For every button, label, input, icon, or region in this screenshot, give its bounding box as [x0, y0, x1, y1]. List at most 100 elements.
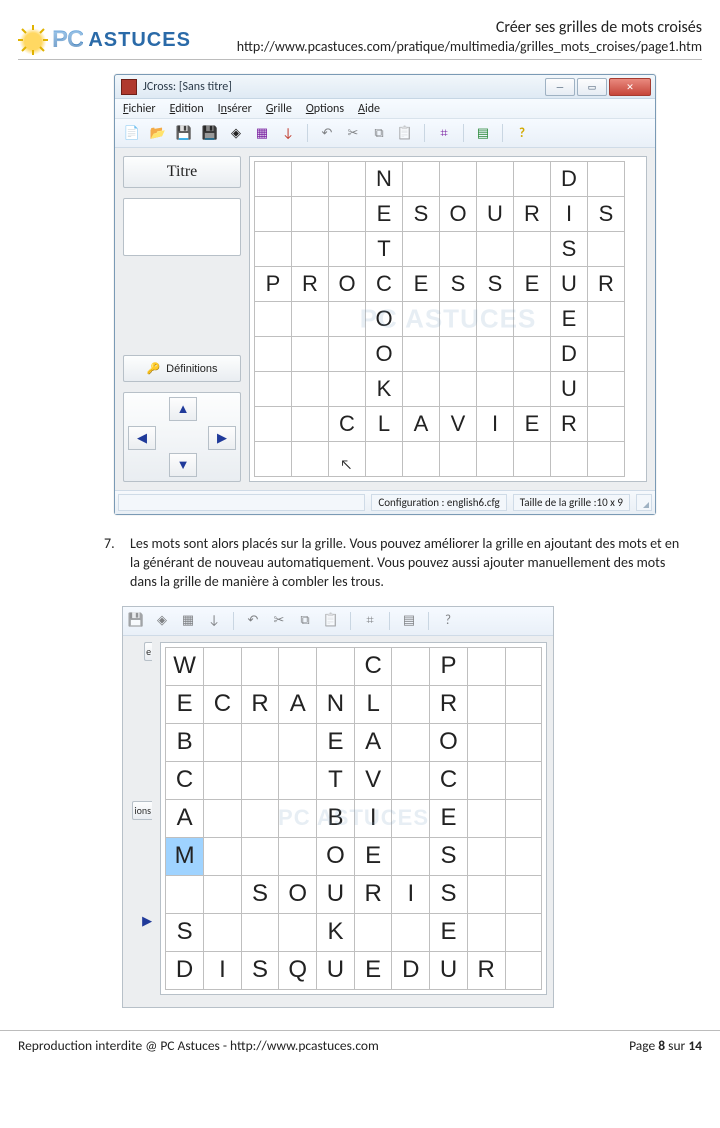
export-icon[interactable]: ◈ [151, 610, 173, 632]
grid-cell[interactable]: I [392, 875, 430, 913]
grid-cell[interactable] [505, 951, 542, 989]
grid-cell[interactable]: W [166, 647, 204, 685]
undo-icon[interactable]: ↶ [242, 610, 264, 632]
grid-cell[interactable]: S [403, 197, 440, 232]
grid-cell[interactable] [477, 162, 514, 197]
grid-cell[interactable] [467, 799, 505, 837]
props-icon[interactable]: ▦ [177, 610, 199, 632]
grid-cell[interactable]: E [430, 799, 468, 837]
grid-cell[interactable]: E [354, 837, 392, 875]
grid-cell[interactable] [255, 232, 292, 267]
menu-aide[interactable]: Aide [358, 102, 380, 116]
grid-cell[interactable] [241, 837, 279, 875]
grid-cell[interactable] [588, 232, 625, 267]
grid-cell[interactable] [392, 723, 430, 761]
grid-cell[interactable] [514, 337, 551, 372]
save-icon[interactable]: 💾 [125, 610, 147, 632]
compile-icon[interactable]: ⌗ [433, 122, 455, 144]
grid-cell[interactable] [255, 407, 292, 442]
undo-icon[interactable]: ↶ [316, 122, 338, 144]
grid-cell[interactable] [477, 372, 514, 407]
grid-cell[interactable]: O [440, 197, 477, 232]
grid-cell[interactable] [403, 232, 440, 267]
arrow-down-button[interactable]: ▼ [169, 453, 197, 477]
grid-cell[interactable] [505, 837, 542, 875]
grid-cell[interactable] [279, 799, 317, 837]
grid-cell[interactable]: C [354, 647, 392, 685]
grid-cell[interactable]: O [317, 837, 355, 875]
crossword-grid[interactable]: NDESOURISTSPROCESSEUROEODKUCLAVIER [254, 161, 625, 477]
grid-cell[interactable] [292, 162, 329, 197]
grid-cell[interactable] [204, 799, 242, 837]
window-close-button[interactable]: ✕ [609, 78, 651, 96]
grid-cell[interactable] [392, 837, 430, 875]
crossword-grid[interactable]: WCPECRANLRBEAOCTVCABIEMOESSOURISSKEDISQU… [165, 647, 542, 990]
menu-options[interactable]: Options [306, 102, 344, 116]
menu-edition[interactable]: Edition [170, 102, 204, 116]
grid-cell[interactable]: U [317, 875, 355, 913]
grid-cell[interactable]: E [354, 951, 392, 989]
grid-cell[interactable] [505, 799, 542, 837]
menubar[interactable]: Fichier Edition Insérer Grille Options A… [115, 99, 655, 119]
grid-cell[interactable] [514, 232, 551, 267]
grid-cell[interactable]: R [354, 875, 392, 913]
grid-cell[interactable] [292, 302, 329, 337]
grid-cell[interactable] [166, 875, 204, 913]
grid-cell[interactable]: O [430, 723, 468, 761]
grid-cell[interactable] [255, 162, 292, 197]
grid-cell[interactable]: T [366, 232, 403, 267]
grid-cell[interactable] [588, 337, 625, 372]
grid-cell[interactable]: I [477, 407, 514, 442]
insert-icon[interactable]: ↓ [277, 122, 299, 144]
grid-cell[interactable]: D [166, 951, 204, 989]
grid-cell[interactable]: U [551, 267, 588, 302]
grid-cell[interactable] [505, 685, 542, 723]
grid-cell[interactable] [292, 232, 329, 267]
grid-cell[interactable] [279, 723, 317, 761]
arrow-right-icon[interactable]: ▶ [142, 914, 152, 929]
help-icon[interactable]: ? [437, 610, 459, 632]
window-maximize-button[interactable]: ▭ [577, 78, 607, 96]
grid-cell[interactable] [204, 647, 242, 685]
grid-cell[interactable] [366, 442, 403, 477]
grid-cell[interactable]: N [366, 162, 403, 197]
grid-cell[interactable]: R [514, 197, 551, 232]
menu-file[interactable]: Fichier [123, 102, 156, 116]
grid-cell[interactable]: Q [279, 951, 317, 989]
grid-cell[interactable]: R [241, 685, 279, 723]
grid-cell[interactable] [241, 723, 279, 761]
grid-cell[interactable] [440, 372, 477, 407]
resize-grip[interactable] [636, 494, 652, 511]
grid-cell[interactable]: V [354, 761, 392, 799]
grid-cell[interactable] [279, 647, 317, 685]
grid-cell[interactable]: S [588, 197, 625, 232]
grid-cell[interactable]: C [329, 407, 366, 442]
grid-cell[interactable] [403, 162, 440, 197]
grid-cell[interactable] [241, 799, 279, 837]
grid-cell[interactable]: E [514, 267, 551, 302]
grid-cell[interactable]: R [292, 267, 329, 302]
grid-cell[interactable]: S [430, 875, 468, 913]
grid-cell[interactable]: O [366, 302, 403, 337]
grid-cell[interactable] [467, 913, 505, 951]
grid-cell[interactable] [292, 372, 329, 407]
grid-cell[interactable] [467, 837, 505, 875]
grid-cell[interactable] [514, 372, 551, 407]
grid-cell[interactable]: C [430, 761, 468, 799]
grid-cell[interactable]: U [430, 951, 468, 989]
grid-cell[interactable]: L [366, 407, 403, 442]
grid-cell[interactable] [440, 162, 477, 197]
grid-cell[interactable] [505, 913, 542, 951]
grid-cell[interactable] [514, 162, 551, 197]
grid-cell[interactable]: R [588, 267, 625, 302]
grid-cell[interactable] [392, 799, 430, 837]
grid-cell[interactable] [403, 337, 440, 372]
grid-cell[interactable] [588, 442, 625, 477]
grid-cell[interactable]: C [204, 685, 242, 723]
grid-cell[interactable] [440, 232, 477, 267]
grid-cell[interactable]: A [279, 685, 317, 723]
grid-cell[interactable] [255, 302, 292, 337]
grid-cell[interactable] [588, 162, 625, 197]
grid-cell[interactable] [505, 761, 542, 799]
grid-cell[interactable] [588, 302, 625, 337]
